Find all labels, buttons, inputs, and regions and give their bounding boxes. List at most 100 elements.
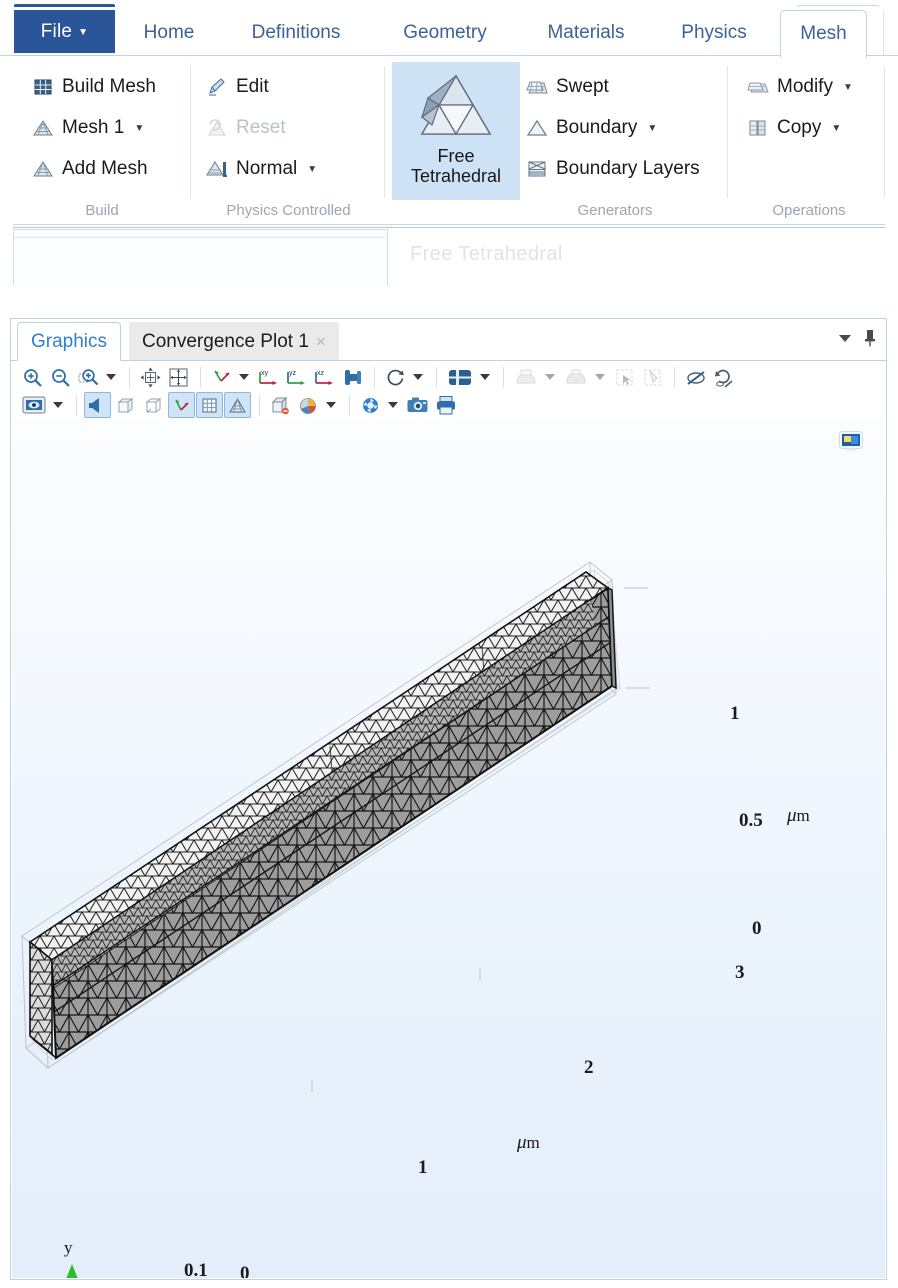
transparency-icon[interactable] xyxy=(140,392,167,418)
add-mesh-icon xyxy=(32,158,54,180)
ribbon-item-copy[interactable]: Copy ▼ xyxy=(747,117,841,139)
scene-light-icon[interactable] xyxy=(444,364,476,390)
ribbon-item-modify[interactable]: Modify ▼ xyxy=(747,76,853,98)
chevron-down-icon[interactable] xyxy=(542,364,558,390)
group-separator xyxy=(884,66,885,198)
tab-physics[interactable]: Physics xyxy=(658,10,770,56)
ribbon-item-normal[interactable]: Normal ▼ xyxy=(206,158,317,180)
settings-panel-clipped-strip: Free Tetrahedral xyxy=(0,225,898,286)
z-axis-tick-01: 0.1 xyxy=(184,1260,208,1278)
toolbar-separator xyxy=(374,366,375,388)
tab-file[interactable]: File ▼ xyxy=(14,10,115,53)
zoom-to-selection-icon[interactable] xyxy=(165,364,192,390)
color-legend-icon[interactable] xyxy=(295,392,322,418)
axis-orientation-triad: y x z xyxy=(42,1238,162,1278)
chevron-down-icon[interactable] xyxy=(236,364,252,390)
svg-text:xz: xz xyxy=(317,370,325,377)
chevron-down-icon[interactable] xyxy=(477,364,493,390)
view-yz-icon[interactable]: yz xyxy=(283,364,310,390)
ribbon-tab-strip: File ▼ Home Definitions Geometry Materia… xyxy=(0,7,898,58)
ribbon-item-boundary[interactable]: Boundary ▼ xyxy=(526,117,657,139)
free-tetrahedral-label: Free Tetrahedral xyxy=(411,146,501,186)
view-xz-icon[interactable]: xz xyxy=(311,364,338,390)
free-tetrahedral-button[interactable]: Free Tetrahedral xyxy=(392,62,520,200)
tab-geometry[interactable]: Geometry xyxy=(378,10,512,56)
chevron-down-icon[interactable] xyxy=(103,364,119,390)
graphics-window: Graphics Convergence Plot 1 × xy yz xz 1… xyxy=(10,318,887,1280)
tab-materials[interactable]: Materials xyxy=(520,10,652,56)
wireframe-rendering-icon[interactable] xyxy=(112,392,139,418)
toolbar-separator xyxy=(129,366,130,388)
toolbar-separator xyxy=(76,394,77,416)
ribbon-item-swept[interactable]: Swept xyxy=(526,76,609,98)
save-view-icon[interactable] xyxy=(561,364,591,390)
refresh-icon[interactable] xyxy=(357,392,384,418)
build-mesh-icon xyxy=(32,76,54,98)
x-axis-tick-2: 2 xyxy=(584,1057,594,1078)
tab-graphics-label: Graphics xyxy=(31,330,108,352)
group-separator xyxy=(190,66,191,198)
chevron-down-icon[interactable] xyxy=(385,392,401,418)
tab-home-label: Home xyxy=(143,22,195,43)
orthographic-projection-icon[interactable] xyxy=(339,364,366,390)
chevron-down-icon: ▼ xyxy=(647,122,658,134)
svg-text:xy: xy xyxy=(261,370,269,377)
graphics-display-icon[interactable] xyxy=(837,429,865,455)
chevron-down-icon[interactable] xyxy=(410,364,426,390)
close-icon[interactable]: × xyxy=(316,332,326,352)
print-view-icon[interactable] xyxy=(511,364,541,390)
select-all-icon[interactable] xyxy=(267,392,294,418)
ribbon-item-edit[interactable]: Edit xyxy=(206,76,269,98)
view-visibility-icon[interactable] xyxy=(19,392,49,418)
tab-mesh[interactable]: Mesh xyxy=(780,10,867,58)
ribbon-group-label: Build xyxy=(85,202,119,219)
snapshot-camera-icon[interactable] xyxy=(404,392,431,418)
chevron-down-icon[interactable] xyxy=(592,364,608,390)
chevron-down-icon: ▼ xyxy=(842,81,853,93)
zoom-in-icon[interactable] xyxy=(19,364,46,390)
x-axis-tick-0: 0 xyxy=(240,1263,250,1278)
toolbar-separator xyxy=(349,394,350,416)
group-separator xyxy=(727,66,728,198)
reset-hiding-icon[interactable] xyxy=(710,364,737,390)
zoom-out-icon[interactable] xyxy=(47,364,74,390)
deselect-icon[interactable] xyxy=(639,364,666,390)
triad-label-y: y xyxy=(64,1238,73,1257)
y-axis-tick-05: 0.5 xyxy=(739,810,763,831)
ribbon-item-boundary-layers[interactable]: Boundary Layers xyxy=(526,158,700,180)
settings-panel-title: Free Tetrahedral xyxy=(410,243,563,265)
toolbar-separator xyxy=(200,366,201,388)
y-axis-tick-1: 1 xyxy=(730,703,740,724)
rotate-icon[interactable] xyxy=(382,364,409,390)
chevron-down-icon: ▼ xyxy=(831,122,842,134)
ribbon-item-mesh-1[interactable]: Mesh 1 ▼ xyxy=(32,117,144,139)
zoom-box-icon[interactable] xyxy=(75,364,102,390)
show-grid-icon[interactable] xyxy=(196,392,223,418)
reset-icon xyxy=(206,117,228,139)
toolbar-separator xyxy=(503,366,504,388)
y-axis-unit-label: μm xyxy=(787,805,810,826)
ribbon-item-label: Add Mesh xyxy=(62,158,148,179)
show-axis-orientation-icon[interactable] xyxy=(168,392,195,418)
scene-light-toggle-icon[interactable] xyxy=(84,392,111,418)
tab-definitions[interactable]: Definitions xyxy=(222,10,370,56)
view-xy-icon[interactable]: xy xyxy=(255,364,282,390)
select-box-icon[interactable] xyxy=(611,364,638,390)
ribbon-item-add-mesh[interactable]: Add Mesh xyxy=(32,158,148,180)
tab-physics-label: Physics xyxy=(681,22,747,43)
tab-convergence-plot-1[interactable]: Convergence Plot 1 × xyxy=(129,322,339,361)
tab-graphics[interactable]: Graphics xyxy=(17,322,122,361)
chevron-down-icon[interactable] xyxy=(323,392,339,418)
graphics-header-actions xyxy=(839,329,877,347)
show-mesh-icon[interactable] xyxy=(224,392,251,418)
chevron-down-icon[interactable] xyxy=(50,392,66,418)
ribbon-item-build-mesh[interactable]: Build Mesh xyxy=(32,76,156,98)
tab-home[interactable]: Home xyxy=(123,10,215,56)
chevron-down-icon[interactable] xyxy=(839,334,851,342)
zoom-extents-icon[interactable] xyxy=(137,364,164,390)
graphics-canvas[interactable]: 1 0.5 0 μm 3 2 1 0 μm 0.1 μm xyxy=(12,420,885,1278)
print-icon[interactable] xyxy=(432,392,459,418)
hide-geometry-icon[interactable] xyxy=(682,364,709,390)
pin-icon[interactable] xyxy=(863,329,877,347)
go-to-view-icon[interactable] xyxy=(208,364,235,390)
